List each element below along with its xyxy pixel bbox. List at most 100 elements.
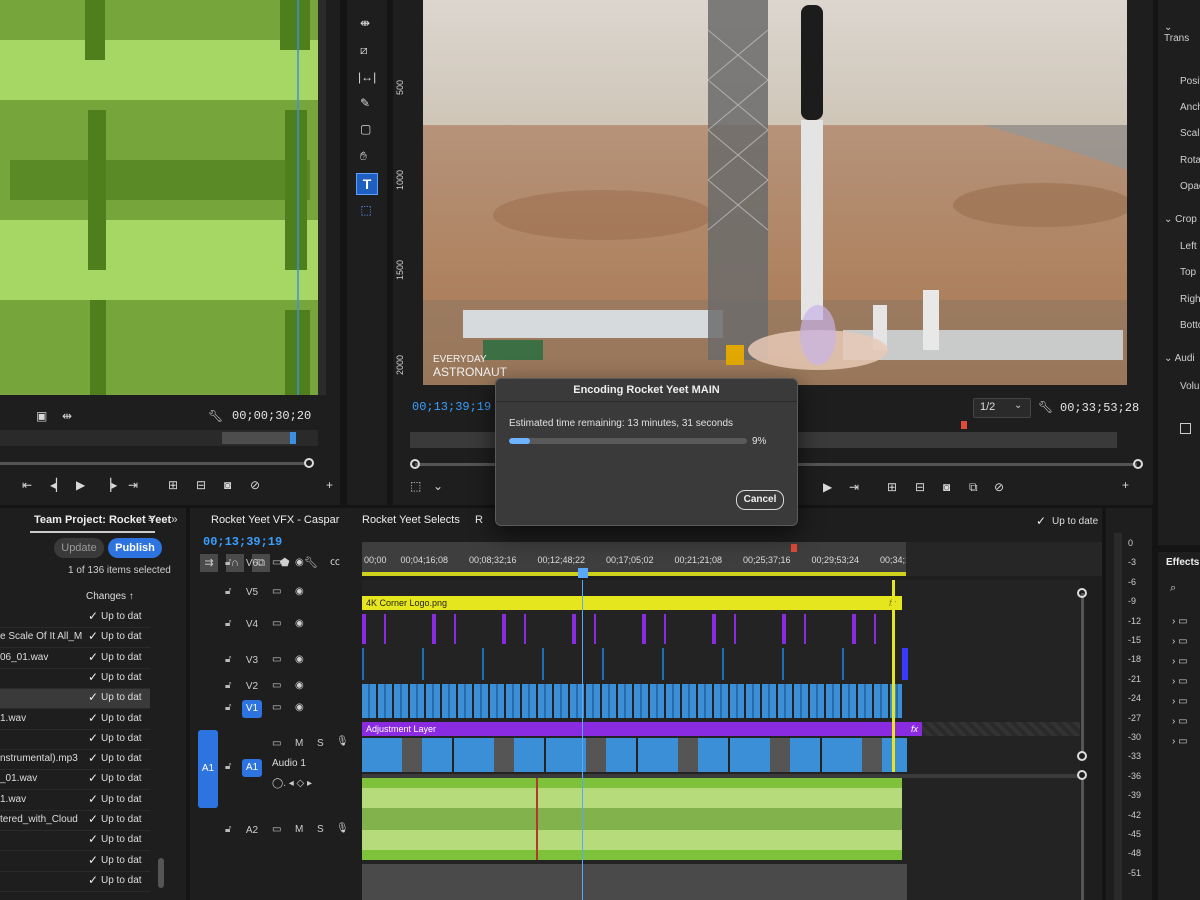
list-item[interactable]: 06_01.wav ✓ Up to dat xyxy=(0,649,150,669)
section-audio[interactable]: ⌄ Audi xyxy=(1164,353,1195,364)
pen-tool-icon[interactable]: ✎ xyxy=(360,96,370,110)
track-v5-clips[interactable] xyxy=(362,614,902,644)
lock-icon[interactable]: 🔓︎ xyxy=(225,680,231,691)
tab-rocket-yeet-vfx[interactable]: Rocket Yeet VFX - Caspar xyxy=(211,514,339,526)
toggle-output-icon[interactable]: ▭ xyxy=(272,680,281,691)
tab-rocket-yeet-main[interactable]: R xyxy=(475,514,483,526)
list-item[interactable]: ✓ Up to dat xyxy=(0,689,150,710)
play-icon[interactable]: ▶ xyxy=(823,480,832,494)
list-item[interactable]: ✓ Up to dat xyxy=(0,872,150,892)
list-item[interactable]: ✓ Up to dat xyxy=(0,730,150,750)
eye-icon[interactable]: ◉ xyxy=(295,586,304,597)
list-item[interactable]: nstrumental).mp3 ✓ Up to dat xyxy=(0,750,150,771)
project-scrollbar[interactable] xyxy=(158,858,164,888)
track-v4-clips[interactable] xyxy=(362,648,902,680)
toggle-output-icon[interactable]: ▭ xyxy=(272,654,281,665)
mute-button[interactable]: M xyxy=(295,738,303,749)
lock-icon[interactable]: 🔓︎ xyxy=(225,761,231,772)
playhead-line[interactable] xyxy=(582,580,583,900)
list-item[interactable]: 1.wav ✓ Up to dat xyxy=(0,710,150,730)
lock-icon[interactable]: 🔓︎ xyxy=(225,586,231,597)
eye-icon[interactable]: ◉ xyxy=(295,654,304,665)
add-button-icon[interactable]: + xyxy=(326,478,333,492)
track-id[interactable]: A1 xyxy=(242,759,262,777)
audio-scroll-handle-top[interactable] xyxy=(1077,770,1087,780)
checkbox[interactable] xyxy=(1180,423,1191,434)
clip-adjustment-layer[interactable]: Adjustment Layer fx xyxy=(362,722,922,736)
track-id[interactable]: V6 xyxy=(242,555,262,573)
lift-icon[interactable]: ⊞ xyxy=(887,480,897,494)
lock-icon[interactable]: 🔓︎ xyxy=(225,824,231,835)
program-scroll-handle-right[interactable] xyxy=(1133,459,1143,469)
source-playhead[interactable] xyxy=(290,432,296,444)
audio-scroll-track[interactable] xyxy=(1081,778,1084,900)
add-button-icon[interactable]: + xyxy=(1122,478,1129,492)
source-in-out-range[interactable] xyxy=(222,432,296,444)
toggle-output-icon[interactable]: ▭ xyxy=(272,824,281,835)
move-tool-icon[interactable]: ⇼ xyxy=(360,16,370,30)
track-id[interactable]: V5 xyxy=(242,584,262,602)
folder-icon[interactable]: › ▭ xyxy=(1172,632,1188,652)
track-v4-tail-clip[interactable] xyxy=(902,648,908,680)
slip-tool-icon[interactable]: |↔| xyxy=(358,70,376,84)
video-scroll-handle-bottom[interactable] xyxy=(1077,751,1087,761)
program-timecode[interactable]: 00;13;39;19 xyxy=(412,400,491,414)
lock-icon[interactable]: 🔓︎ xyxy=(225,618,231,629)
cancel-button[interactable]: Cancel xyxy=(736,490,784,510)
microphone-icon[interactable]: 🎙︎ xyxy=(336,736,349,747)
track-header-v3[interactable]: 🔓︎ V3 ▭ ◉ xyxy=(200,644,360,678)
source-scroll-handle[interactable] xyxy=(304,458,314,468)
publish-button[interactable]: Publish xyxy=(108,538,162,558)
wrench-icon[interactable]: 🔧︎ xyxy=(1038,400,1053,414)
track-header-v6[interactable]: 🔓︎ V6 ▭ ◉ xyxy=(200,556,360,572)
changes-column-header[interactable]: Changes ↑ xyxy=(86,591,134,602)
shape-select-tool-icon[interactable]: ⬚ xyxy=(356,200,376,220)
effects-title[interactable]: Effects xyxy=(1166,557,1199,568)
folder-icon[interactable]: › ▭ xyxy=(1172,692,1188,712)
list-item[interactable]: e Scale Of It All_Ma ✓ Up to dat xyxy=(0,628,150,649)
extract-icon[interactable]: ⊟ xyxy=(915,480,925,494)
mark-out-icon[interactable]: ⇥ xyxy=(849,480,859,494)
folder-icon[interactable]: › ▭ xyxy=(1172,652,1188,672)
tab-rocket-yeet-selects[interactable]: Rocket Yeet Selects xyxy=(362,514,460,526)
toggle-output-icon[interactable]: ▭ xyxy=(272,702,281,713)
section-crop[interactable]: ⌄ Crop xyxy=(1164,214,1197,225)
update-button[interactable]: Update xyxy=(54,538,104,558)
track-id[interactable]: V1 xyxy=(242,700,262,718)
eye-icon[interactable]: ◉ xyxy=(295,557,304,568)
track-id[interactable]: V3 xyxy=(242,652,262,670)
clip-4k-corner-logo[interactable]: 4K Corner Logo.pngfx xyxy=(362,596,902,610)
track-a1-audio-clip[interactable] xyxy=(362,778,902,860)
video-scroll-handle-top[interactable] xyxy=(1077,588,1087,598)
folder-icon[interactable]: › ▭ xyxy=(1172,732,1188,752)
list-item[interactable]: _01.wav ✓ Up to dat xyxy=(0,770,150,791)
work-area-bar[interactable] xyxy=(362,572,906,576)
microphone-icon[interactable]: 🎙︎ xyxy=(336,823,349,834)
list-item[interactable]: 1.wav ✓ Up to dat xyxy=(0,791,150,811)
source-scrollbar[interactable] xyxy=(318,0,326,395)
step-back-icon[interactable]: ◂▏ xyxy=(50,478,65,492)
vr-icon[interactable]: ⊘ xyxy=(250,478,260,492)
settings-dots-icon[interactable]: ⇹ xyxy=(62,409,72,423)
source-scroll-track[interactable] xyxy=(0,462,306,465)
folder-icon[interactable]: › ▭ xyxy=(1172,612,1188,632)
track-name[interactable]: Audio 1 xyxy=(272,758,306,769)
razor-tool-icon[interactable]: ⧄ xyxy=(360,43,368,58)
track-v1-clips[interactable] xyxy=(362,738,907,772)
track-header-a1[interactable]: 🔓︎ A1 ▭ M S 🎙︎ Audio 1 ◯. ◂ ◇ ▸ A1 xyxy=(198,728,360,808)
list-item[interactable]: ✓ Up to dat xyxy=(0,831,150,852)
folder-icon[interactable]: › ▭ xyxy=(1172,712,1188,732)
toggle-output-icon[interactable]: ▭ xyxy=(272,586,281,597)
time-ruler-extension[interactable] xyxy=(906,542,1102,576)
solo-button[interactable]: S xyxy=(317,824,324,835)
sequence-marker[interactable] xyxy=(791,544,797,552)
list-item[interactable]: ✓ Up to dat xyxy=(0,608,150,628)
track-a2-clip[interactable] xyxy=(362,864,907,900)
panel-menu-icon[interactable]: ≡ xyxy=(148,513,154,525)
program-video-frame[interactable]: EVERYDAY ASTRONAUT xyxy=(423,0,1127,385)
track-header-a2[interactable]: 🔓︎ A2 ▭ M S 🎙︎ xyxy=(200,814,360,848)
toggle-output-icon[interactable]: ▭ xyxy=(272,557,281,568)
time-ruler[interactable]: 00;00 00;04;16;08 00;08;32;16 00;12;48;22 00… xyxy=(362,542,1065,576)
chevron-down-icon[interactable]: ⌄ xyxy=(433,479,443,493)
mute-button[interactable]: M xyxy=(295,824,303,835)
